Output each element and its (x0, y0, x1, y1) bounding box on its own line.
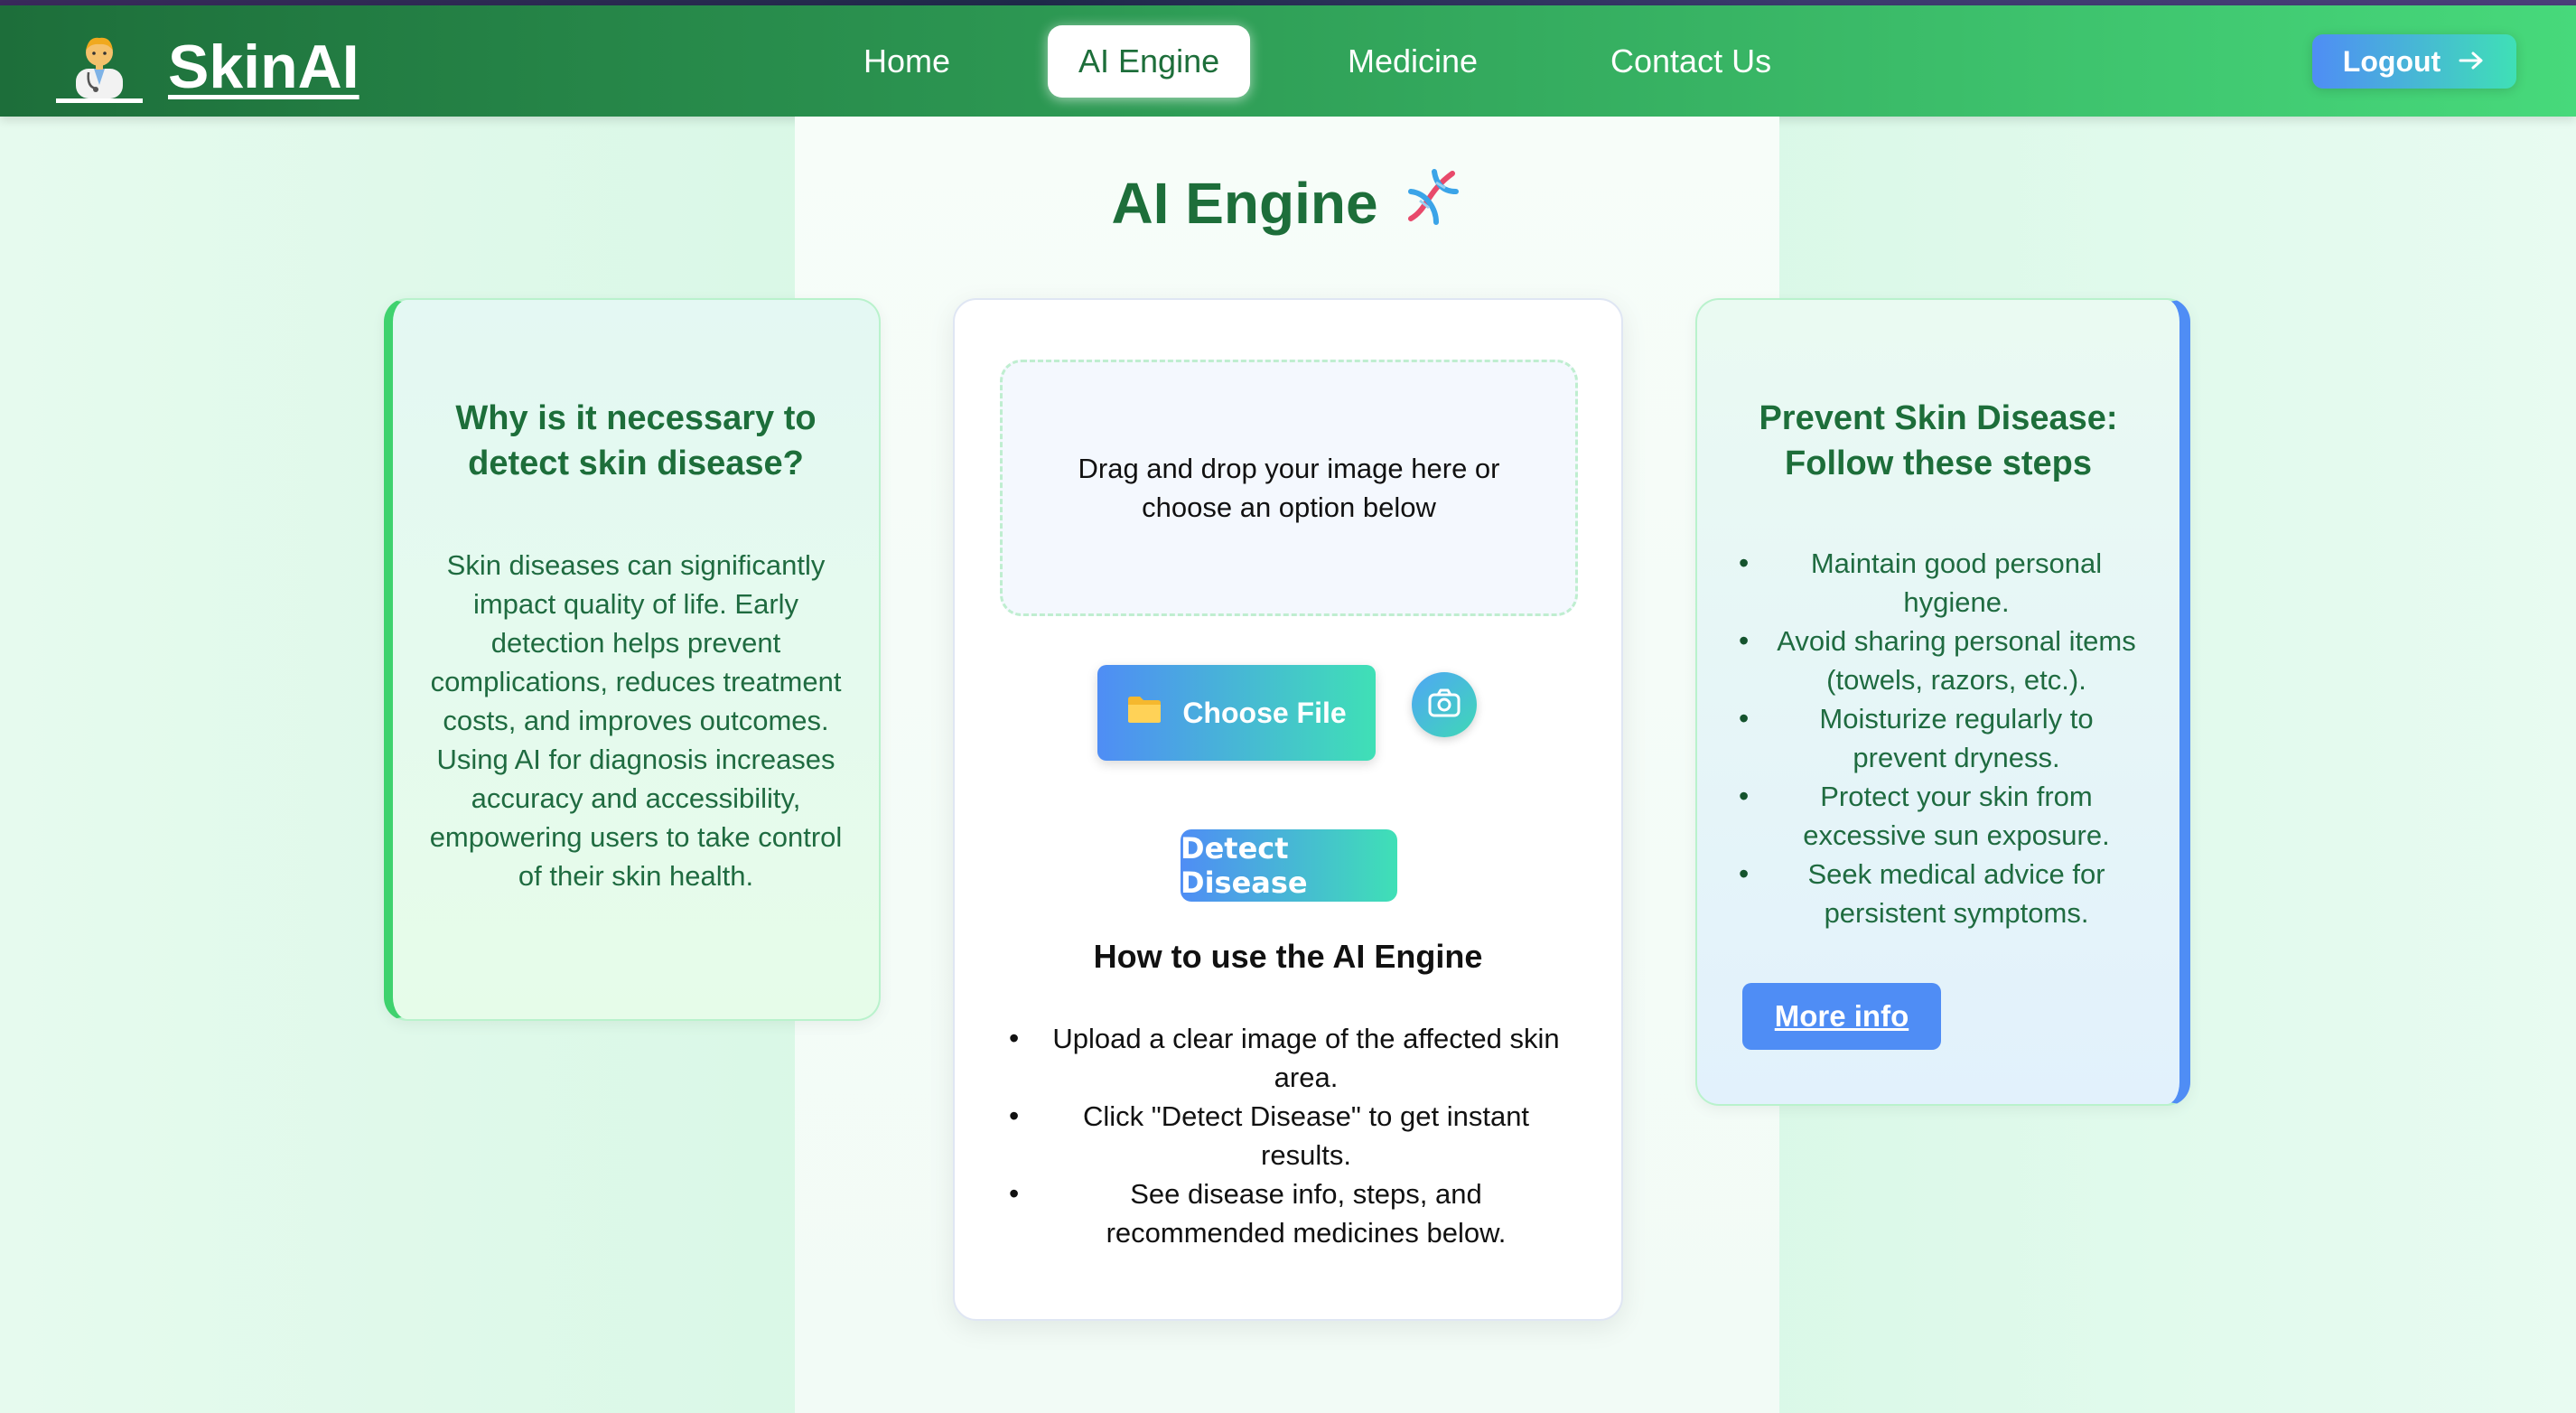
logout-label: Logout (2342, 44, 2441, 78)
doctor-icon (56, 31, 143, 103)
choose-file-button[interactable]: Choose File (1097, 665, 1376, 761)
howto-list: Upload a clear image of the affected ski… (1009, 1019, 1567, 1252)
camera-button[interactable] (1412, 672, 1477, 737)
folder-icon (1126, 694, 1162, 732)
detect-disease-button[interactable]: Detect Disease (1181, 829, 1397, 902)
more-info-button[interactable]: More info (1742, 983, 1941, 1050)
page-title-text: AI Engine (1111, 170, 1378, 236)
prevention-step: Protect your skin from excessive sun exp… (1733, 777, 2143, 855)
prevention-step: Avoid sharing personal items (towels, ra… (1733, 622, 2143, 699)
nav-medicine[interactable]: Medicine (1317, 25, 1508, 98)
arrow-right-icon (2459, 45, 2486, 79)
choose-file-label: Choose File (1182, 696, 1347, 729)
navbar: SkinAI Home AI Engine Medicine Contact U… (0, 5, 2576, 117)
prevention-step: Moisturize regularly to prevent dryness. (1733, 699, 2143, 777)
brand[interactable]: SkinAI (56, 31, 359, 103)
howto-step: Upload a clear image of the affected ski… (1009, 1019, 1567, 1097)
logout-button[interactable]: Logout (2312, 34, 2516, 89)
howto-step: See disease info, steps, and recommended… (1009, 1174, 1567, 1252)
prevention-title: Prevent Skin Disease: Follow these steps (1759, 399, 2118, 482)
why-detect-title: Why is it necessary to detect skin disea… (455, 399, 817, 482)
prevention-card: Prevent Skin Disease: Follow these steps… (1695, 298, 2190, 1106)
howto-step: Click "Detect Disease" to get instant re… (1009, 1097, 1567, 1174)
page-title: AI Engine (795, 164, 1779, 241)
image-dropzone[interactable]: Drag and drop your image here or choose … (1000, 360, 1578, 616)
upload-card: Drag and drop your image here or choose … (953, 298, 1623, 1321)
prevention-step: Seek medical advice for persistent sympt… (1733, 855, 2143, 932)
nav-home[interactable]: Home (833, 25, 981, 98)
why-detect-body: Skin diseases can significantly impact q… (429, 549, 843, 892)
howto-title: How to use the AI Engine (1093, 938, 1483, 975)
prevention-steps: Maintain good personal hygiene. Avoid sh… (1733, 544, 2143, 932)
why-detect-card: Why is it necessary to detect skin disea… (384, 298, 881, 1021)
dropzone-text: Drag and drop your image here or choose … (1078, 453, 1500, 523)
prevention-step: Maintain good personal hygiene. (1733, 544, 2143, 622)
dna-icon (1400, 164, 1463, 241)
brand-name: SkinAI (168, 33, 359, 101)
camera-icon (1427, 688, 1461, 723)
nav-contact-us[interactable]: Contact Us (1580, 25, 1802, 98)
nav-ai-engine[interactable]: AI Engine (1048, 25, 1251, 98)
